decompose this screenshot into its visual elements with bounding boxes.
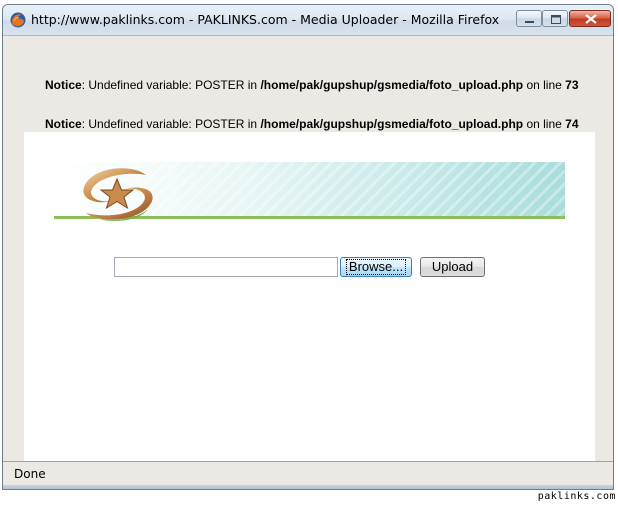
window-title: http://www.paklinks.com - PAKLINKS.com -… (31, 12, 500, 27)
file-path-input[interactable] (114, 257, 338, 277)
minimize-icon (525, 21, 534, 23)
page-content: Notice: Undefined variable: POSTER in /h… (3, 36, 613, 461)
browser-window: http://www.paklinks.com - PAKLINKS.com -… (2, 4, 614, 490)
notice-path: /home/pak/gupshup/gsmedia/foto_upload.ph… (260, 117, 524, 131)
uploader-panel: Browse... Upload (24, 132, 595, 461)
php-notice-1: Notice: Undefined variable: POSTER in /h… (45, 78, 579, 92)
notice-text: : Undefined variable: POSTER in (81, 78, 261, 92)
minimize-button[interactable] (516, 10, 542, 27)
php-notice-2: Notice: Undefined variable: POSTER in /h… (45, 117, 579, 131)
browse-button-label: Browse... (345, 259, 407, 275)
notice-path: /home/pak/gupshup/gsmedia/foto_upload.ph… (260, 78, 524, 92)
notice-line-number: 74 (565, 117, 579, 131)
firefox-icon (10, 12, 26, 28)
close-icon (585, 14, 597, 24)
maximize-button[interactable] (542, 10, 568, 27)
notice-text: : Undefined variable: POSTER in (81, 117, 261, 131)
status-text: Done (14, 467, 46, 481)
title-bar[interactable]: http://www.paklinks.com - PAKLINKS.com -… (3, 5, 613, 36)
star-logo-icon (76, 165, 158, 225)
notice-text-after: on line (523, 117, 566, 131)
notice-text-after: on line (523, 78, 566, 92)
close-button[interactable] (569, 10, 611, 27)
watermark-text: paklinks.com (537, 491, 616, 502)
notice-label: Notice (45, 117, 82, 131)
upload-button[interactable]: Upload (420, 257, 485, 277)
notice-line-number: 73 (565, 78, 579, 92)
window-bottom-border (3, 485, 613, 489)
maximize-icon (551, 15, 561, 24)
browse-button[interactable]: Browse... (340, 257, 412, 277)
status-bar: Done (3, 461, 613, 486)
notice-label: Notice (45, 78, 82, 92)
